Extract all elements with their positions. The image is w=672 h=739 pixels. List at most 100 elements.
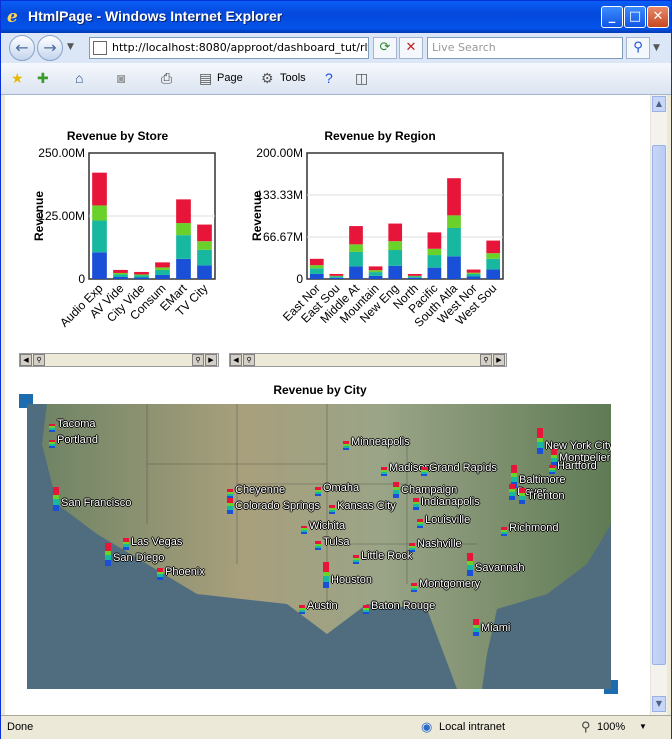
zoom-out-icon[interactable]: ⚲: [33, 354, 45, 366]
maximize-button[interactable]: □: [624, 6, 646, 28]
bar-segment[interactable]: [197, 265, 212, 279]
forward-button[interactable]: →: [37, 35, 63, 61]
city-revenue-bar[interactable]: [509, 484, 515, 500]
scroll-right-icon[interactable]: ▶: [205, 354, 217, 366]
tools-menu[interactable]: Tools: [280, 72, 306, 84]
scroll-thumb[interactable]: [652, 145, 666, 665]
bar-segment[interactable]: [329, 275, 344, 277]
bar-segment[interactable]: [309, 268, 324, 274]
bar-segment[interactable]: [349, 226, 363, 245]
bar-segment[interactable]: [486, 253, 501, 259]
city-revenue-bar[interactable]: [393, 482, 399, 498]
feeds-icon[interactable]: ◙: [117, 70, 125, 86]
city-revenue-bar[interactable]: [411, 583, 417, 592]
bar-segment[interactable]: [427, 267, 442, 279]
bar-segment[interactable]: [134, 271, 149, 275]
bar-segment[interactable]: [466, 272, 481, 274]
store-chart-scrollbar[interactable]: ◀ ⚲ ⚲ ▶: [19, 353, 219, 367]
scroll-left-icon[interactable]: ◀: [230, 354, 242, 366]
bar-segment[interactable]: [155, 267, 170, 270]
bar-segment[interactable]: [155, 262, 170, 268]
bar-segment[interactable]: [329, 277, 344, 279]
bar-segment[interactable]: [134, 275, 149, 278]
bar-segment[interactable]: [447, 178, 461, 216]
city-revenue-bar[interactable]: [417, 519, 423, 528]
city-revenue-bar[interactable]: [343, 441, 349, 450]
bar-segment[interactable]: [176, 258, 191, 279]
home-icon[interactable]: ⌂: [75, 70, 83, 86]
minimize-button[interactable]: _: [601, 6, 623, 28]
city-revenue-bar[interactable]: [53, 487, 59, 511]
tools-gear-icon[interactable]: ⚙: [261, 70, 274, 87]
refresh-button[interactable]: ⟳: [373, 37, 397, 59]
city-revenue-bar[interactable]: [353, 555, 359, 564]
page-menu[interactable]: Page: [217, 72, 243, 84]
city-revenue-bar[interactable]: [49, 424, 55, 432]
bar-segment[interactable]: [176, 199, 191, 224]
bar-segment[interactable]: [329, 276, 344, 278]
bar-segment[interactable]: [309, 258, 324, 266]
city-revenue-bar[interactable]: [363, 605, 369, 614]
bar-segment[interactable]: [486, 240, 501, 254]
bar-segment[interactable]: [447, 227, 461, 257]
search-input[interactable]: Live Search: [427, 37, 623, 59]
city-revenue-bar[interactable]: [123, 538, 129, 550]
city-revenue-bar[interactable]: [323, 562, 329, 588]
add-favorites-icon[interactable]: ✚: [37, 70, 49, 87]
bar-segment[interactable]: [92, 220, 107, 253]
city-revenue-bar[interactable]: [315, 541, 321, 550]
bar-segment[interactable]: [427, 248, 442, 256]
zoom-out-icon[interactable]: ⚲: [243, 354, 255, 366]
city-revenue-bar[interactable]: [157, 568, 163, 580]
bar-segment[interactable]: [466, 276, 481, 279]
history-dropdown-icon[interactable]: ▼: [67, 42, 74, 52]
bar-segment[interactable]: [349, 251, 363, 267]
zoom-in-icon[interactable]: ⚲: [192, 354, 204, 366]
bar-segment[interactable]: [113, 269, 128, 273]
bar-segment[interactable]: [407, 276, 422, 278]
bar-segment[interactable]: [388, 241, 403, 251]
bar-segment[interactable]: [407, 273, 422, 276]
bar-segment[interactable]: [197, 224, 212, 242]
city-revenue-bar[interactable]: [501, 527, 507, 536]
scroll-up-icon[interactable]: ▲: [652, 96, 666, 112]
search-options-icon[interactable]: ▼: [653, 43, 660, 53]
bar-segment[interactable]: [113, 276, 128, 279]
zoom-in-icon[interactable]: ⚲: [480, 354, 492, 366]
close-button[interactable]: ✕: [647, 6, 669, 28]
help-icon[interactable]: ?: [325, 70, 333, 86]
bar-segment[interactable]: [466, 269, 481, 273]
zoom-dropdown-icon[interactable]: ▼: [639, 722, 647, 731]
bar-segment[interactable]: [447, 256, 461, 279]
research-icon[interactable]: ◫: [355, 70, 368, 87]
us-map[interactable]: Tacoma Portland San Francisco Las Vegas San …: [27, 404, 611, 689]
bar-segment[interactable]: [176, 235, 191, 259]
city-revenue-bar[interactable]: [299, 605, 305, 614]
bar-segment[interactable]: [92, 252, 107, 279]
bar-segment[interactable]: [466, 273, 481, 277]
bar-segment[interactable]: [197, 241, 212, 250]
bar-segment[interactable]: [427, 255, 442, 268]
bar-segment[interactable]: [309, 265, 324, 269]
bar-segment[interactable]: [388, 265, 403, 279]
city-revenue-bar[interactable]: [315, 487, 321, 496]
city-revenue-bar[interactable]: [227, 489, 233, 498]
bar-segment[interactable]: [134, 277, 149, 279]
print-icon[interactable]: ⎙: [161, 70, 172, 87]
bar-segment[interactable]: [113, 274, 128, 277]
bar-segment[interactable]: [407, 275, 422, 277]
city-revenue-bar[interactable]: [467, 553, 473, 576]
bar-segment[interactable]: [368, 272, 383, 276]
bar-segment[interactable]: [155, 274, 170, 279]
scroll-down-icon[interactable]: ▼: [652, 696, 666, 712]
back-button[interactable]: ←: [9, 35, 35, 61]
bar-segment[interactable]: [427, 232, 442, 249]
stop-button[interactable]: ✕: [399, 37, 423, 59]
bar-segment[interactable]: [197, 249, 212, 266]
bar-segment[interactable]: [92, 205, 107, 221]
zoom-level[interactable]: 100%: [597, 721, 625, 733]
favorites-star-icon[interactable]: ★: [11, 70, 24, 87]
scroll-left-icon[interactable]: ◀: [20, 354, 32, 366]
city-revenue-bar[interactable]: [537, 428, 543, 454]
bar-segment[interactable]: [309, 273, 324, 279]
